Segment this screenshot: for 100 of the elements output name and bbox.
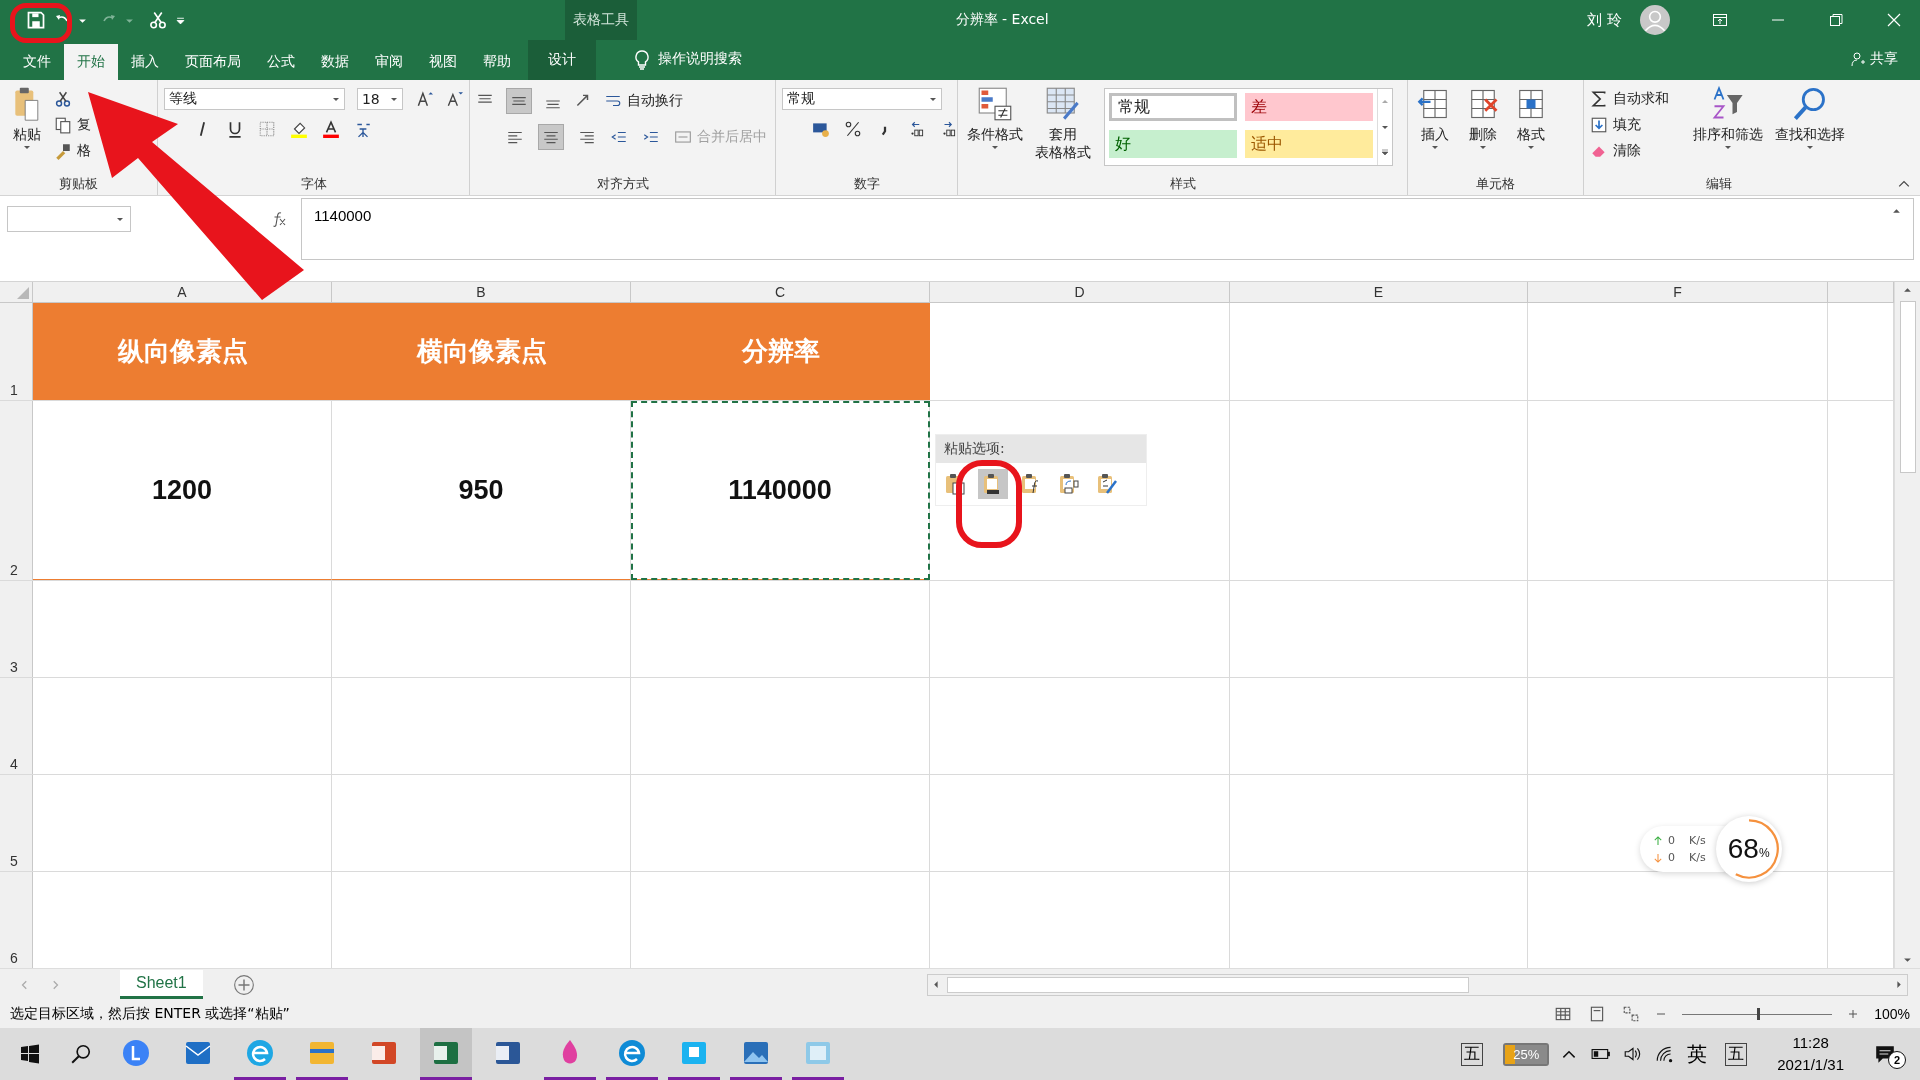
grow-font-icon[interactable]	[415, 90, 433, 108]
cell-style-item[interactable]: 适中	[1245, 130, 1373, 158]
ribbon-tab[interactable]: 开始	[64, 44, 118, 80]
ribbon-tab[interactable]: 设计	[528, 40, 596, 80]
collapse-ribbon-icon[interactable]	[1898, 179, 1910, 189]
caret-icon[interactable]	[1724, 143, 1732, 151]
page-break-icon[interactable]	[1622, 1005, 1641, 1023]
fill-down-icon[interactable]	[1590, 116, 1608, 134]
ribbon-display-icon[interactable]	[1712, 12, 1728, 28]
more-icon[interactable]	[1381, 148, 1389, 157]
wrap-text-button[interactable]: 自动换行	[627, 92, 683, 110]
align-middle-icon[interactable]	[506, 88, 532, 114]
underline-icon[interactable]	[226, 120, 244, 138]
ribbon-tab[interactable]: 文件	[10, 44, 64, 80]
increase-decimal-icon[interactable]	[908, 120, 926, 138]
lightbulb-icon[interactable]	[634, 50, 650, 70]
paste-button[interactable]: 粘贴	[13, 125, 41, 143]
fill-color-icon[interactable]	[290, 120, 308, 138]
ribbon-tab[interactable]: 视图	[416, 44, 470, 80]
shrink-font-icon[interactable]	[445, 90, 463, 108]
copy-icon[interactable]	[54, 116, 72, 134]
close-icon[interactable]	[1886, 12, 1902, 28]
ribbon-tab[interactable]: 页面布局	[172, 44, 254, 80]
horizontal-scrollbar[interactable]	[926, 973, 1908, 996]
cell-style-item[interactable]: 好	[1109, 130, 1237, 158]
column-header[interactable]: C	[631, 282, 930, 302]
font-color-icon[interactable]	[322, 120, 340, 138]
find-select-button[interactable]: 查找和选择	[1775, 125, 1845, 143]
vertical-scrollbar[interactable]	[1894, 282, 1920, 968]
caret-icon[interactable]	[116, 215, 124, 223]
copy-button[interactable]: 复	[77, 116, 91, 134]
caret-icon[interactable]	[1431, 143, 1439, 151]
clock-time[interactable]: 11:28	[1792, 1032, 1829, 1054]
input-method-indicator[interactable]: 五	[1461, 1042, 1484, 1066]
column-header[interactable]: F	[1528, 282, 1828, 302]
row-header[interactable]: 6	[0, 872, 33, 968]
cells-button[interactable]: 删除	[1469, 125, 1497, 143]
clock-date[interactable]: 2021/1/31	[1777, 1054, 1844, 1076]
ribbon-tab[interactable]: 公式	[254, 44, 308, 80]
brush-icon[interactable]	[54, 142, 72, 160]
caret-icon[interactable]	[1806, 143, 1814, 151]
scissors-icon[interactable]	[148, 10, 168, 30]
person-add-icon[interactable]	[1850, 51, 1866, 67]
ribbon-tab[interactable]: 帮助	[470, 44, 524, 80]
table-brush-icon[interactable]	[1045, 86, 1081, 122]
row-header[interactable]: 2	[0, 401, 33, 580]
formula-field[interactable]: 1140000	[314, 207, 372, 224]
sheet-tab[interactable]: Sheet1	[120, 970, 203, 999]
caret-icon[interactable]	[23, 143, 31, 151]
taskbar-button[interactable]	[420, 1028, 472, 1080]
autosum-button[interactable]: 自动求和	[1613, 90, 1669, 108]
percent-icon[interactable]	[844, 120, 862, 138]
zoom-level[interactable]: 100%	[1874, 1006, 1910, 1022]
sigma-icon[interactable]	[1590, 90, 1608, 108]
align-center-icon[interactable]	[538, 124, 564, 150]
cell-style-item[interactable]: 差	[1245, 93, 1373, 121]
row-header[interactable]: 1	[0, 303, 33, 400]
caret-icon[interactable]	[991, 143, 999, 151]
row-header[interactable]: 5	[0, 775, 33, 871]
ribbon-tab[interactable]: 数据	[308, 44, 362, 80]
decrease-decimal-icon[interactable]	[940, 120, 958, 138]
ribbon-tab[interactable]: 插入	[118, 44, 172, 80]
save-icon[interactable]	[26, 10, 46, 30]
column-header[interactable]: D	[930, 282, 1230, 302]
scroll-thumb[interactable]	[946, 976, 1469, 993]
scroll-thumb[interactable]	[1899, 301, 1916, 473]
avatar-icon[interactable]	[1640, 5, 1670, 35]
search-icon[interactable]	[70, 1043, 92, 1065]
letter-circle-icon[interactable]	[121, 1037, 151, 1068]
scroll-left-icon[interactable]	[931, 980, 941, 989]
scroll-up-icon[interactable]	[1903, 286, 1912, 295]
column-header[interactable]: E	[1230, 282, 1528, 302]
language-indicator[interactable]: 英	[1687, 1040, 1708, 1068]
input-method-indicator[interactable]: 五	[1725, 1042, 1748, 1066]
fill-button[interactable]: 填充	[1613, 116, 1641, 134]
column-header[interactable]: B	[332, 282, 631, 302]
cell-style-item[interactable]: 常规	[1109, 93, 1237, 121]
conditional-formatting-icon[interactable]	[977, 86, 1013, 122]
cells-button[interactable]: 格式	[1517, 125, 1545, 143]
normal-view-icon[interactable]	[1554, 1005, 1573, 1023]
caret-icon[interactable]	[390, 95, 398, 103]
currency-icon[interactable]	[812, 120, 830, 138]
clear-button[interactable]: 清除	[1613, 142, 1641, 160]
conditional-formatting-button[interactable]: 条件格式	[967, 125, 1023, 143]
expand-icon[interactable]	[1892, 207, 1901, 216]
sort-filter-button[interactable]: 排序和筛选	[1693, 125, 1763, 143]
add-sheet-icon[interactable]	[232, 973, 255, 996]
tell-me-search[interactable]: 操作说明搜索	[658, 50, 742, 68]
function-icon[interactable]	[271, 211, 287, 227]
scroll-down-icon[interactable]	[1903, 955, 1912, 964]
caret-icon[interactable]	[1479, 143, 1487, 151]
share-button[interactable]: 共享	[1870, 50, 1898, 68]
scissors-icon[interactable]	[54, 90, 72, 108]
row-header[interactable]: 3	[0, 581, 33, 677]
browser-icon[interactable]	[617, 1037, 647, 1068]
scroll-right-icon[interactable]	[1894, 980, 1903, 989]
zoom-in-icon[interactable]	[1848, 1009, 1859, 1019]
format-as-table-button[interactable]: 套用 表格格式	[1035, 125, 1091, 161]
format-painter-button[interactable]: 格	[77, 142, 91, 160]
windows-start-icon[interactable]	[20, 1044, 40, 1064]
